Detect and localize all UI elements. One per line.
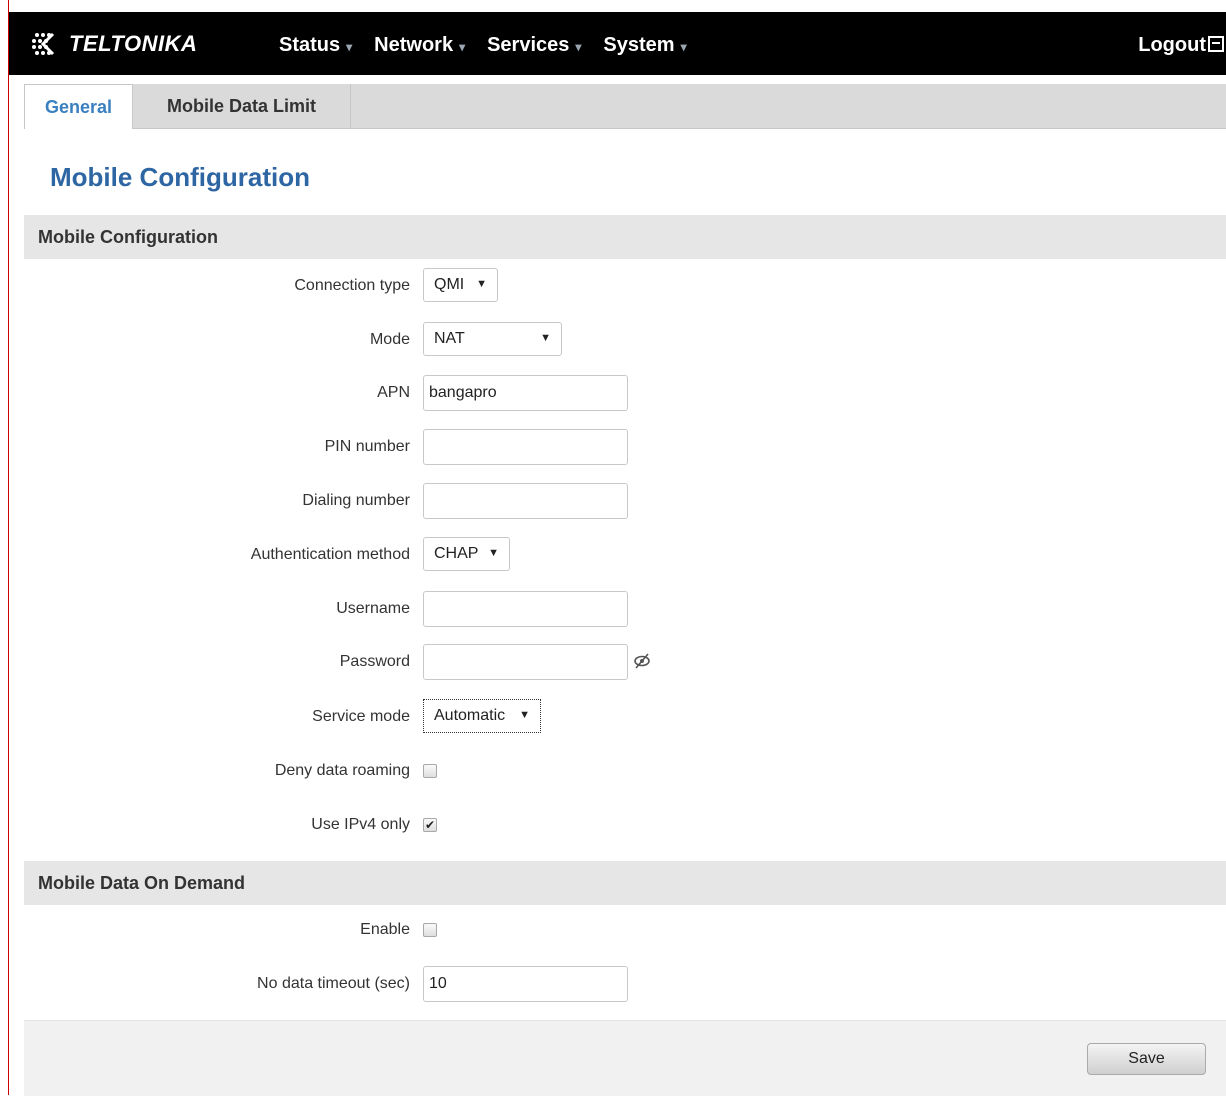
field-label: No data timeout (sec) xyxy=(257,975,410,992)
field-row-pin-number: PIN number xyxy=(24,427,1226,467)
username-input[interactable] xyxy=(423,591,628,627)
nav-item-label: Network xyxy=(374,34,454,56)
save-button[interactable]: Save xyxy=(1087,1043,1206,1075)
field-label: Username xyxy=(336,600,410,617)
nav-item-services[interactable]: Services ▾ xyxy=(487,34,581,57)
no-data-timeout-input[interactable]: 10 xyxy=(423,966,628,1002)
field-label: APN xyxy=(377,384,410,401)
field-row-deny-data-roaming: Deny data roaming xyxy=(24,751,1226,791)
checkmark-icon: ✔ xyxy=(424,818,436,832)
tab-label: General xyxy=(44,96,113,117)
tab-mobile-data-limit[interactable]: Mobile Data Limit xyxy=(133,84,351,129)
field-label: Mode xyxy=(369,331,410,348)
tab-general[interactable]: General xyxy=(24,84,133,129)
field-row-no-data-timeout: No data timeout (sec) 10 xyxy=(24,964,1226,1004)
field-row-username: Username xyxy=(24,589,1226,629)
dialing-number-input[interactable] xyxy=(423,483,628,519)
caret-down-icon: ▾ xyxy=(459,39,466,54)
nav-item-label: Services xyxy=(487,34,570,56)
logout-label: Logout xyxy=(1138,34,1206,56)
field-label: Deny data roaming xyxy=(274,762,410,779)
field-row-enable: Enable xyxy=(24,910,1226,950)
field-row-password: Password xyxy=(24,642,1226,682)
main-nav: Status ▾ Network ▾ Services ▾ System ▾ xyxy=(279,34,709,57)
field-label: Use IPv4 only xyxy=(311,816,410,833)
field-row-apn: APN bangapro xyxy=(24,373,1226,413)
select-value: NAT xyxy=(434,330,465,347)
logout-link[interactable]: Logout xyxy=(1138,34,1224,57)
connection-type-select[interactable]: QMI ▼ xyxy=(423,268,498,302)
nav-item-network[interactable]: Network ▾ xyxy=(374,34,465,57)
field-row-mode: Mode NAT ▼ xyxy=(24,320,1226,360)
field-row-dialing-number: Dialing number xyxy=(24,481,1226,521)
teltonika-logo-icon xyxy=(32,32,55,56)
select-value: Automatic xyxy=(434,707,506,724)
field-row-service-mode: Service mode Automatic ▼ xyxy=(24,697,1226,737)
enable-checkbox[interactable] xyxy=(423,923,437,937)
dropdown-arrow-icon: ▼ xyxy=(540,332,551,344)
dropdown-arrow-icon: ▼ xyxy=(488,547,499,559)
service-mode-select[interactable]: Automatic ▼ xyxy=(423,699,541,733)
select-value: CHAP xyxy=(434,545,479,562)
authentication-method-select[interactable]: CHAP ▼ xyxy=(423,537,510,571)
section-header-mobile-configuration: Mobile Configuration xyxy=(24,215,1226,259)
nav-item-label: Status xyxy=(279,34,341,56)
pin-number-input[interactable] xyxy=(423,429,628,465)
password-input[interactable] xyxy=(423,644,628,680)
form-footer: Save xyxy=(24,1020,1226,1096)
field-row-connection-type: Connection type QMI ▼ xyxy=(24,266,1226,306)
field-row-authentication-method: Authentication method CHAP ▼ xyxy=(24,535,1226,575)
section-header-mobile-data-on-demand: Mobile Data On Demand xyxy=(24,861,1226,905)
select-value: QMI xyxy=(434,276,465,293)
eye-slash-icon[interactable] xyxy=(632,652,652,670)
nav-item-status[interactable]: Status ▾ xyxy=(279,34,352,57)
dropdown-arrow-icon: ▼ xyxy=(476,278,487,290)
mode-select[interactable]: NAT ▼ xyxy=(423,322,562,356)
top-stripe xyxy=(9,0,1226,12)
field-label: PIN number xyxy=(324,438,410,455)
caret-down-icon: ▾ xyxy=(680,39,687,54)
caret-down-icon: ▾ xyxy=(575,39,582,54)
page-title: Mobile Configuration xyxy=(50,162,310,192)
field-label: Service mode xyxy=(312,708,410,725)
tab-bar: General Mobile Data Limit xyxy=(24,84,1226,129)
nav-item-label: System xyxy=(603,34,675,56)
nav-item-system[interactable]: System ▾ xyxy=(603,34,686,57)
top-navigation-bar: TELTONIKA Status ▾ Network ▾ Services ▾ … xyxy=(9,12,1226,75)
brand-name: TELTONIKA xyxy=(69,31,198,56)
deny-data-roaming-checkbox[interactable] xyxy=(423,764,437,778)
field-label: Password xyxy=(339,653,410,670)
field-label: Connection type xyxy=(294,277,410,294)
apn-input[interactable]: bangapro xyxy=(423,375,628,411)
field-label: Authentication method xyxy=(250,546,410,563)
logout-icon xyxy=(1208,35,1224,52)
window-edge xyxy=(0,0,9,1095)
caret-down-icon: ▾ xyxy=(346,39,353,54)
brand-logo[interactable]: TELTONIKA xyxy=(29,30,197,58)
dropdown-arrow-icon: ▼ xyxy=(519,709,530,721)
field-row-use-ipv4-only: Use IPv4 only ✔ xyxy=(24,805,1226,845)
field-label: Dialing number xyxy=(302,492,410,509)
tab-label: Mobile Data Limit xyxy=(166,96,316,116)
field-label: Enable xyxy=(360,921,410,938)
use-ipv4-only-checkbox[interactable]: ✔ xyxy=(423,818,437,832)
